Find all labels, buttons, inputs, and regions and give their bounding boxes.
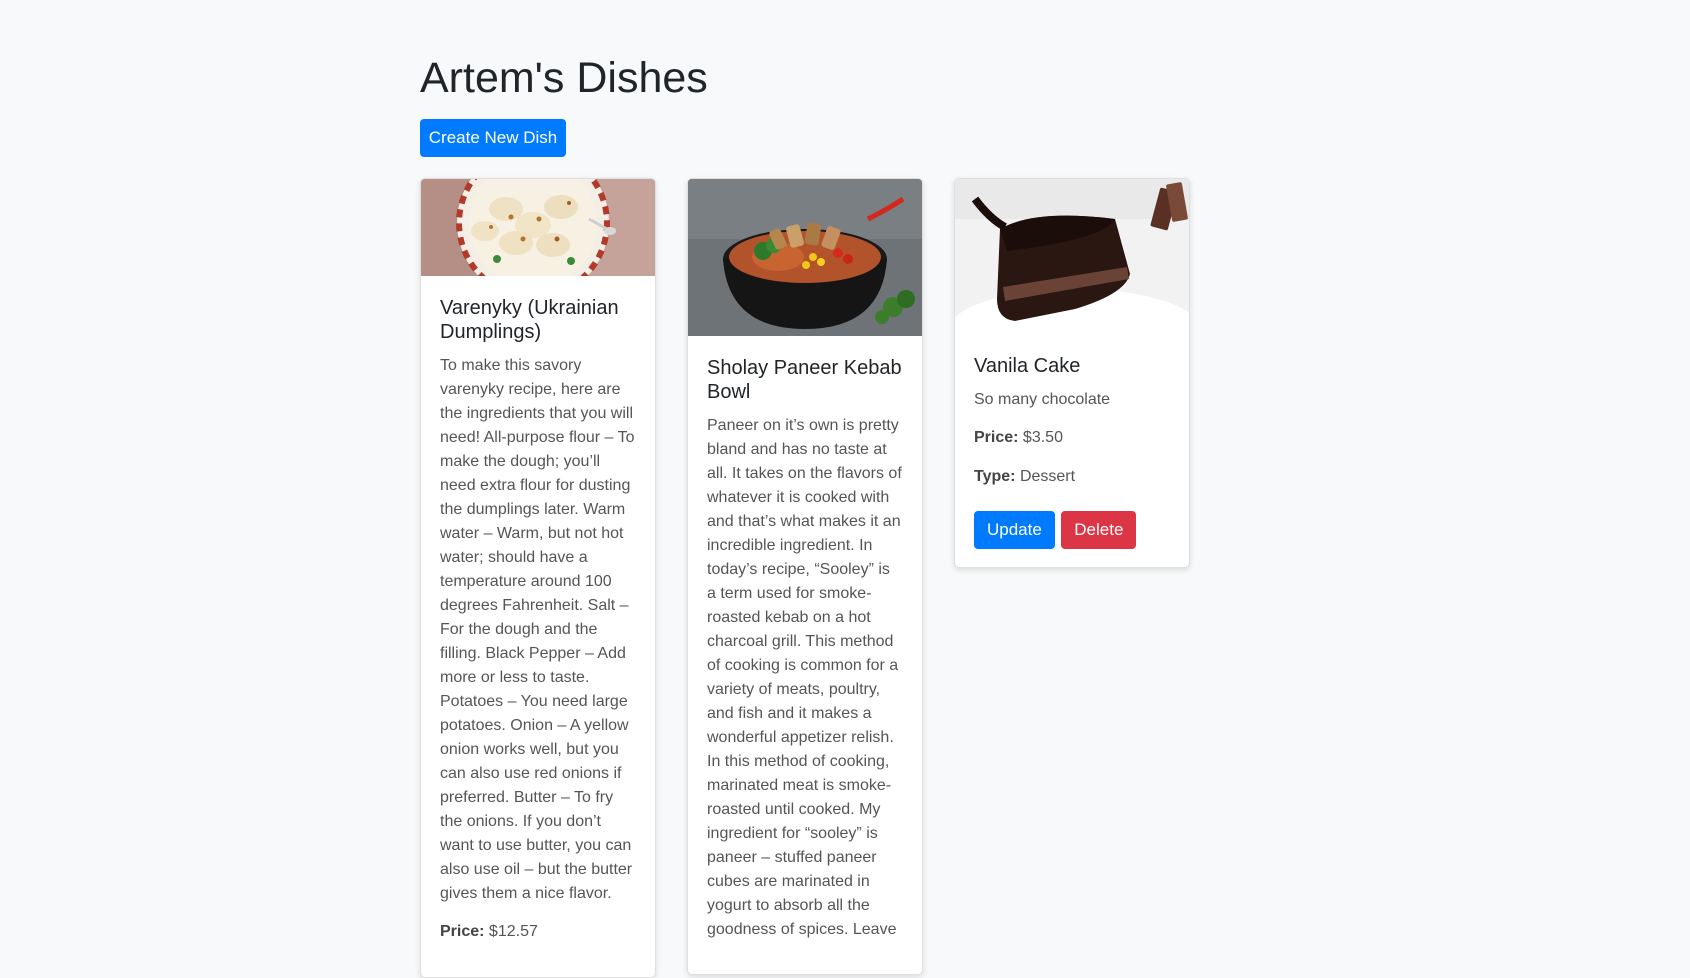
dish-description: So many chocolate [974,391,1111,408]
dish-title: Sholay Paneer Kebab Bowl [707,357,902,403]
dish-card-varenyky: Varenyky (Ukrainian Dumplings) To make t… [420,178,656,978]
type-label: Type: [974,468,1016,485]
dish-title: Varenyky (Ukrainian Dumplings) [440,297,619,343]
card-body: Sholay Paneer Kebab Bowl Paneer on it’s … [688,336,922,974]
price-value: $3.50 [1022,429,1063,446]
dish-title: Vanila Cake [974,355,1081,377]
dish-image-vanila-cake [955,179,1189,334]
card-body: Vanila Cake So many chocolate Price: $3.… [955,334,1189,567]
dish-image-varenyky [421,179,655,276]
create-dish-button[interactable]: Create New Dish [420,119,566,157]
card-actions: Update Delete [974,511,1170,549]
update-button[interactable]: Update [974,511,1055,549]
dish-price: Price: $3.50 [974,426,1170,450]
card-body: Varenyky (Ukrainian Dumplings) To make t… [421,276,655,977]
dish-price: Price: $12.57 [440,920,636,944]
dish-image-sholay-paneer [688,179,922,336]
page-title: Artem's Dishes [420,54,708,102]
price-label: Price: [974,429,1019,446]
type-value: Dessert [1019,468,1076,485]
delete-button[interactable]: Delete [1061,511,1137,549]
dish-card-vanila-cake: Vanila Cake So many chocolate Price: $3.… [954,178,1190,568]
dish-card-sholay-paneer: Sholay Paneer Kebab Bowl Paneer on it’s … [687,178,923,975]
dish-type: Type: Dessert [974,465,1170,489]
dish-description: To make this savory varenyky recipe, her… [440,357,635,902]
dish-description: Paneer on it’s own is pretty bland and h… [707,417,902,938]
